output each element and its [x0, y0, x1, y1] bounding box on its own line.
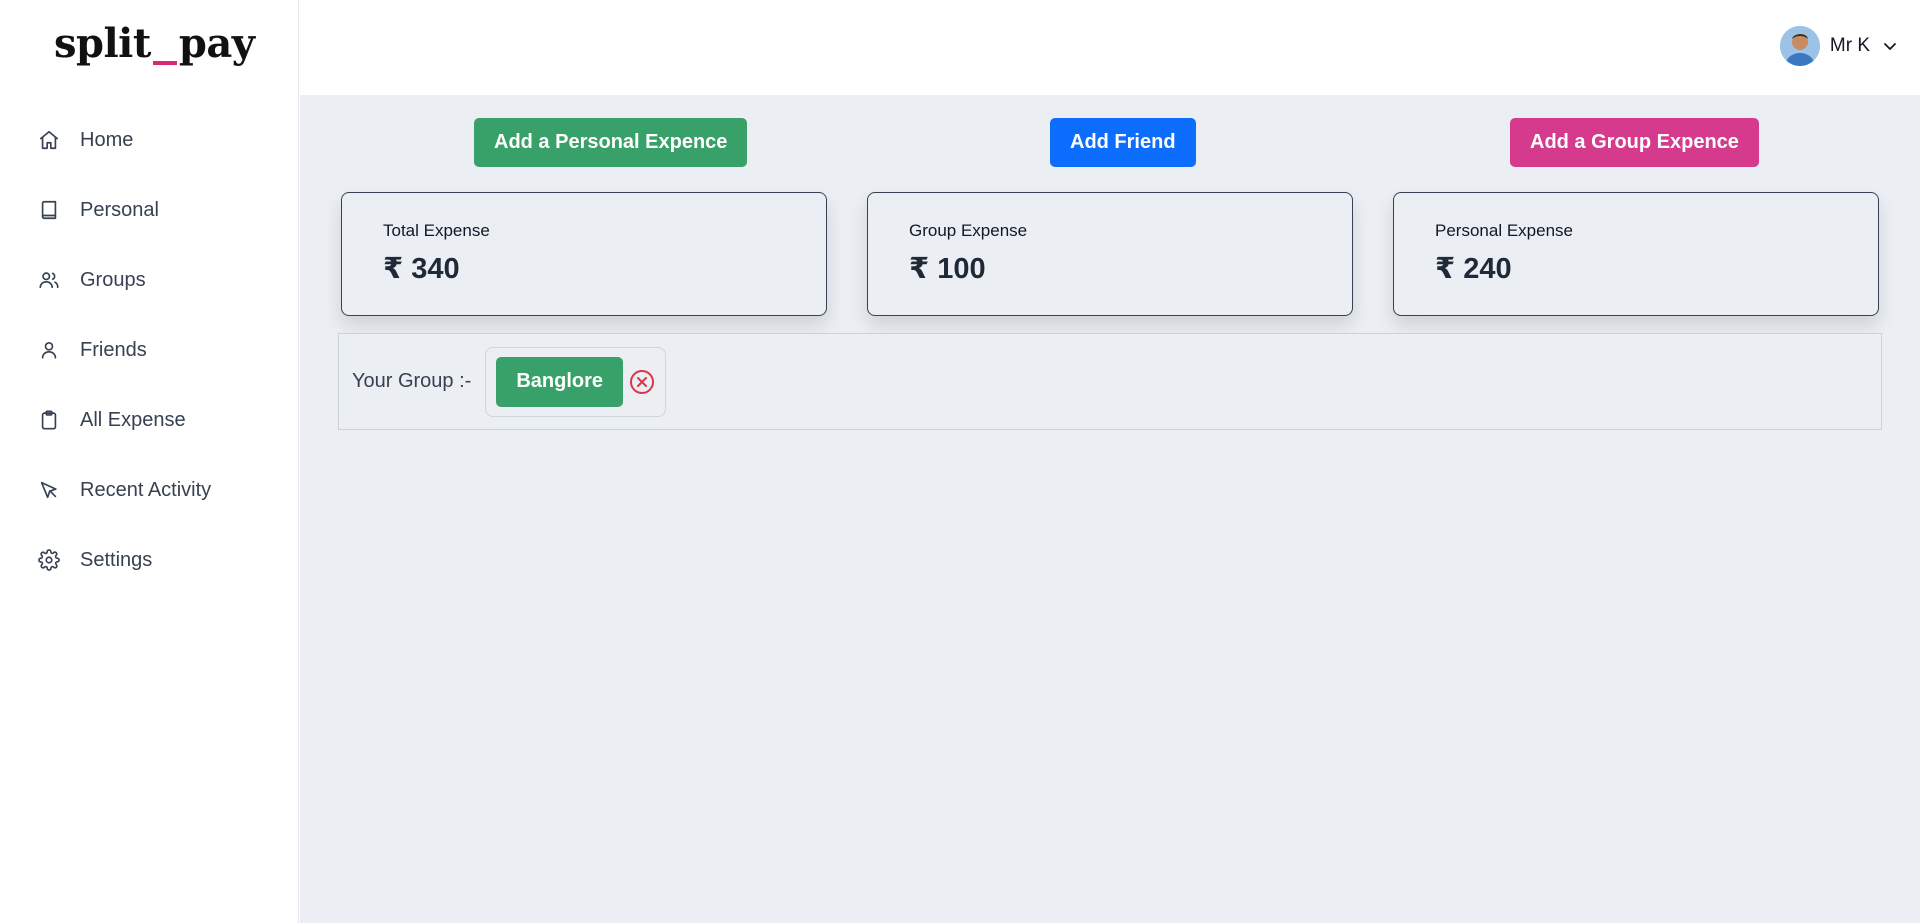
add-personal-expense-button[interactable]: Add a Personal Expence	[474, 118, 748, 167]
sidebar-item-label: Personal	[80, 198, 159, 221]
sidebar-item-label: Friends	[80, 338, 147, 361]
users-icon	[39, 272, 59, 289]
total-expense-card: Total Expense ₹ 340	[341, 192, 827, 316]
add-friend-button[interactable]: Add Friend	[1050, 118, 1196, 167]
top-header: Mr K	[300, 0, 1920, 95]
sidebar-item-label: Settings	[80, 548, 153, 571]
sidebar-item-home[interactable]: Home	[0, 105, 299, 175]
card-value: ₹ 240	[1435, 253, 1512, 285]
sidebar-item-friends[interactable]: Friends	[0, 315, 299, 385]
card-value: ₹ 100	[909, 253, 986, 285]
sidebar-nav: Home Personal Groups Friends All Expense…	[0, 105, 299, 595]
user-name: Mr K	[1829, 35, 1870, 56]
main-content: Add a Personal Expence Add Friend Add a …	[300, 95, 1920, 923]
your-groups-panel: Your Group :- Banglore	[338, 333, 1882, 430]
sidebar-item-recent-activity[interactable]: Recent Activity	[0, 455, 299, 525]
card-title: Total Expense	[383, 221, 490, 240]
sidebar-item-groups[interactable]: Groups	[0, 245, 299, 315]
card-title: Personal Expense	[1435, 221, 1573, 240]
group-chip: Banglore	[485, 346, 667, 417]
personal-expense-card: Personal Expense ₹ 240	[1393, 192, 1879, 316]
gear-icon	[38, 549, 60, 571]
group-button-banglore[interactable]: Banglore	[496, 356, 624, 407]
sidebar-item-label: Home	[80, 128, 134, 151]
sidebar: split pay Home Personal Groups Friends Al…	[0, 0, 299, 923]
sidebar-item-label: Groups	[80, 268, 146, 291]
logo-accent-dash	[152, 61, 177, 65]
card-value: ₹ 340	[383, 253, 460, 285]
user-menu[interactable]: Mr K	[1779, 26, 1898, 66]
app-logo[interactable]: split pay	[54, 20, 255, 67]
your-groups-label: Your Group :-	[352, 370, 472, 392]
user-icon	[41, 342, 57, 359]
remove-group-icon[interactable]	[629, 369, 655, 395]
clipboard-icon	[41, 410, 57, 430]
avatar-image	[1779, 26, 1820, 66]
logo-text-right: pay	[178, 20, 255, 67]
sidebar-item-settings[interactable]: Settings	[0, 525, 299, 595]
group-expense-card: Group Expense ₹ 100	[867, 192, 1353, 316]
add-group-expense-button[interactable]: Add a Group Expence	[1510, 118, 1759, 167]
card-title: Group Expense	[909, 221, 1028, 240]
sidebar-item-all-expense[interactable]: All Expense	[0, 385, 299, 455]
sidebar-item-label: All Expense	[80, 408, 186, 431]
cursor-icon	[40, 481, 57, 499]
chevron-down-icon	[1884, 43, 1896, 50]
home-icon	[39, 130, 59, 150]
book-icon	[41, 200, 57, 220]
logo-text-left: split	[54, 20, 151, 67]
sidebar-item-personal[interactable]: Personal	[0, 175, 299, 245]
avatar[interactable]	[1779, 26, 1820, 66]
sidebar-item-label: Recent Activity	[80, 478, 212, 501]
